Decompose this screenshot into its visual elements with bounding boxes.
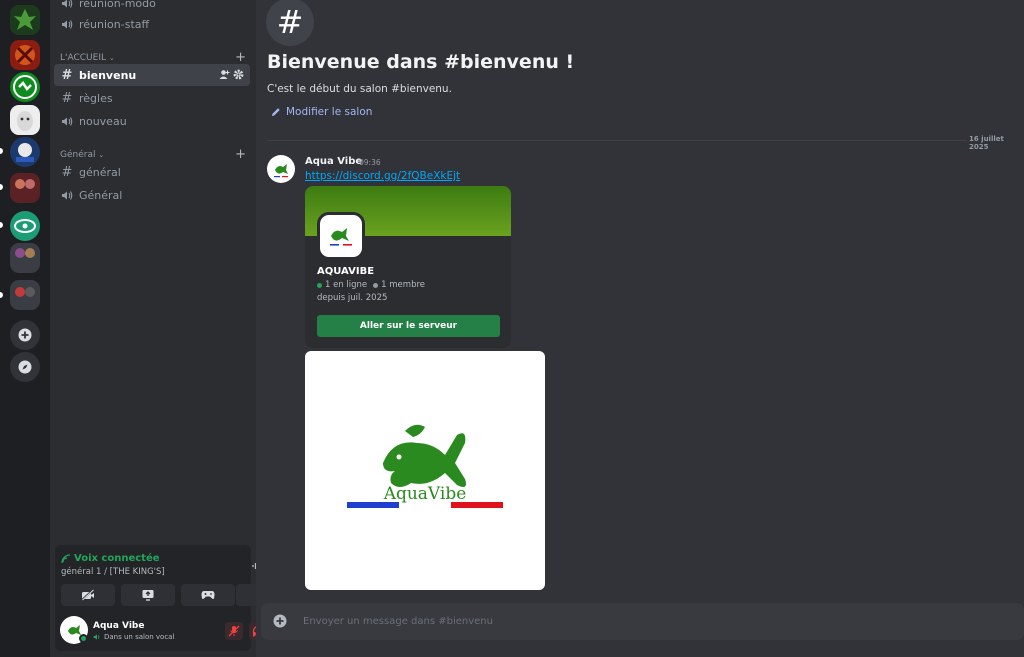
online-dot (317, 282, 322, 288)
fish-logo-icon (383, 424, 466, 487)
category-accueil[interactable]: L'ACCUEIL ⌄ + (60, 50, 246, 65)
activity-button[interactable] (181, 584, 235, 606)
flag-blue-stripe (347, 502, 399, 508)
plus-circle-icon[interactable] (273, 614, 287, 628)
compass-icon (18, 360, 32, 374)
server-icon-face[interactable] (10, 105, 40, 135)
channel-regles[interactable]: # règles (54, 87, 250, 109)
speaker-icon (60, 0, 74, 9)
voice-channel-name[interactable]: général 1 / [THE KING'S] (61, 567, 165, 577)
member-dot (373, 282, 379, 288)
server-icon-folder-1[interactable] (10, 173, 40, 203)
channel-reunion-staff[interactable]: réunion-staff (54, 13, 250, 35)
voice-connected-status[interactable]: Voix connectée (61, 553, 160, 564)
user-status: Dans un salon vocal (93, 633, 174, 641)
server-icon-france[interactable] (10, 137, 40, 167)
page-title: Bienvenue dans #bienvenu ! (267, 51, 575, 73)
category-general[interactable]: Général ⌄ + (60, 147, 246, 162)
channel-label: Général (79, 188, 123, 202)
channel-label: règles (79, 91, 113, 105)
channel-label: nouveau (79, 114, 127, 128)
flag-red-stripe (451, 502, 503, 508)
channel-label: général (79, 165, 121, 179)
channel-label: bienvenu (79, 68, 137, 82)
add-channel-icon[interactable]: + (235, 50, 246, 65)
join-server-button[interactable]: Aller sur le serveur (317, 315, 500, 337)
channel-bienvenu[interactable]: # bienvenu (54, 64, 250, 86)
edit-channel-link[interactable]: Modifier le salon (271, 106, 372, 118)
user-name[interactable]: Aqua Vibe (93, 621, 144, 631)
category-label: Général ⌄ (60, 149, 105, 160)
server-icon-folder-3[interactable] (10, 280, 40, 310)
mic-off-icon (228, 625, 240, 637)
unread-indicator (0, 222, 3, 228)
server-icon-red[interactable] (10, 40, 40, 70)
server-rail (0, 0, 50, 657)
message-composer (261, 603, 1024, 640)
brand-wordmark: AquaVibe (383, 484, 467, 504)
add-member-icon[interactable] (219, 69, 230, 83)
unread-indicator (0, 148, 3, 154)
message-timestamp: 09:36 (359, 158, 381, 167)
add-server-button[interactable] (10, 320, 40, 350)
message-author[interactable]: Aqua Vibe (305, 156, 362, 167)
speaker-icon (60, 19, 74, 30)
channel-nouveau[interactable]: nouveau (54, 110, 250, 132)
invite-link[interactable]: https://discord.gg/2fQBeXkEjt (305, 170, 460, 182)
aquavibe-logo-image[interactable]: AquaVibe (305, 351, 545, 590)
speaker-icon (93, 634, 100, 640)
camera-off-icon (81, 589, 94, 601)
camera-off-button[interactable] (61, 584, 115, 606)
channel-intro: C'est le début du salon #bienvenu. (267, 83, 452, 95)
server-icon-teal[interactable] (10, 211, 40, 241)
gamepad-icon (201, 591, 215, 599)
unread-indicator (0, 292, 3, 298)
server-icon-aquavibe[interactable] (317, 212, 365, 260)
hash-icon: # (61, 90, 73, 106)
signal-icon (61, 553, 71, 563)
channel-general-voice[interactable]: Général (54, 184, 250, 206)
speaker-icon (60, 116, 74, 127)
pencil-icon (272, 108, 280, 116)
server-icon-folder-2[interactable] (10, 243, 40, 273)
gear-icon[interactable] (233, 69, 244, 83)
channel-general-text[interactable]: # général (54, 161, 250, 183)
hash-icon: # (61, 164, 73, 180)
screen-share-button[interactable] (121, 584, 175, 606)
plus-circle-icon (18, 328, 32, 342)
invite-since: depuis juil. 2025 (317, 293, 388, 303)
channel-sidebar: réunion-modo réunion-staff L'ACCUEIL ⌄ +… (50, 0, 295, 657)
hash-icon: # (61, 67, 73, 83)
channel-label: réunion-staff (79, 17, 150, 31)
date-divider (267, 140, 967, 141)
mute-button[interactable] (225, 622, 243, 640)
screen-share-icon (142, 590, 154, 601)
chat-area: # Bienvenue dans #bienvenu ! C'est le dé… (256, 0, 1024, 657)
invite-card: AQUAVIBE 1 en ligne 1 membre depuis juil… (305, 186, 511, 348)
message-input[interactable] (303, 603, 1003, 640)
date-label: 16 juillet 2025 (969, 135, 1004, 151)
add-channel-icon[interactable]: + (235, 147, 246, 162)
unread-indicator (0, 184, 3, 190)
category-label: L'ACCUEIL ⌄ (60, 52, 115, 63)
explore-button[interactable] (10, 352, 40, 382)
invite-server-name: AQUAVIBE (317, 266, 375, 277)
server-icon-green-ring[interactable] (10, 72, 40, 102)
channel-label: réunion-modo (79, 0, 156, 10)
speaker-icon (60, 190, 74, 201)
channel-reunion-modo[interactable]: réunion-modo (54, 0, 250, 14)
hash-icon: # (266, 0, 314, 46)
invite-stats: 1 en ligne 1 membre (317, 280, 425, 290)
online-status-dot (79, 634, 88, 643)
avatar[interactable] (267, 155, 295, 183)
chevron-down-icon: ⌄ (98, 150, 105, 159)
server-icon-leaf[interactable] (10, 5, 40, 35)
chevron-down-icon: ⌄ (108, 53, 115, 62)
